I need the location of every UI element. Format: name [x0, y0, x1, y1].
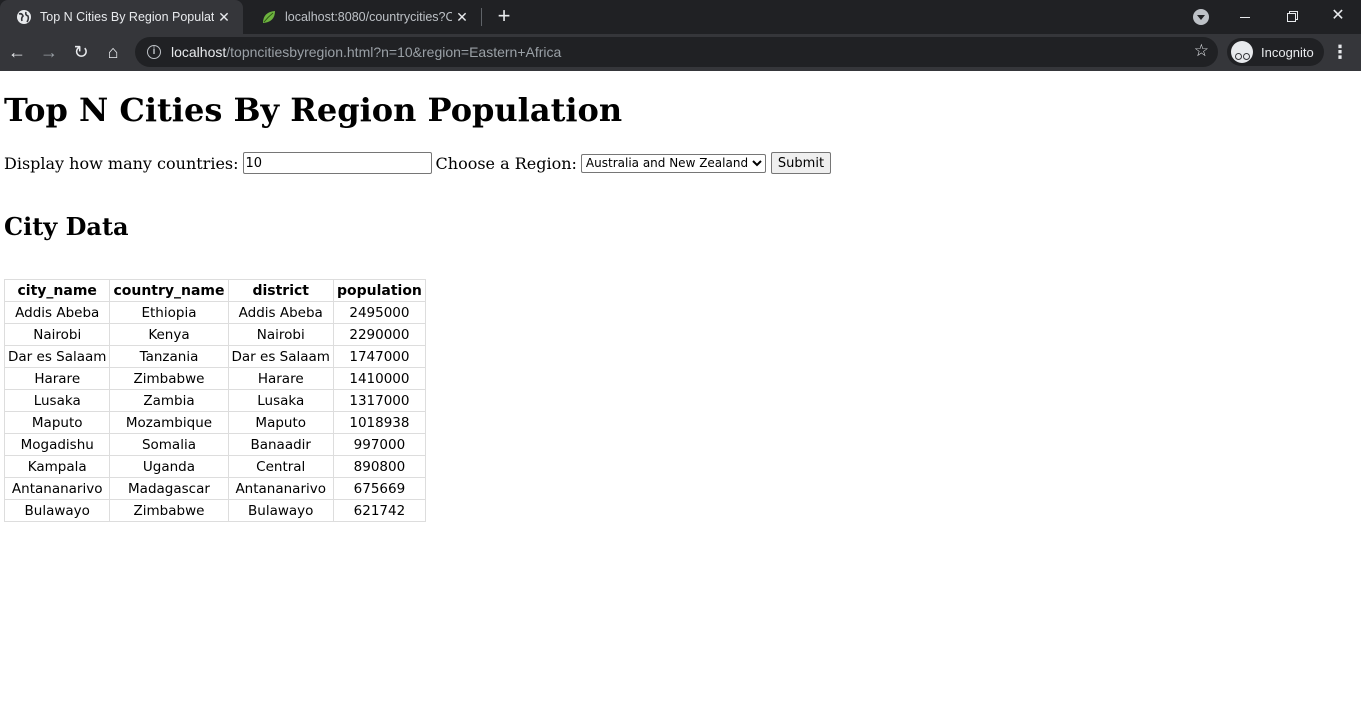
table-cell-city-name: Dar es Salaam — [3, 345, 111, 368]
close-window-button[interactable]: ✕ — [1315, 0, 1361, 34]
back-arrow-icon[interactable]: ← — [5, 40, 29, 64]
page-title: Top N Cities By Region Population — [4, 91, 623, 129]
column-header: country_name — [109, 279, 229, 302]
table-cell-district: Bulawayo — [227, 499, 334, 522]
forward-arrow-icon[interactable]: → — [37, 40, 61, 64]
section-title: City Data — [4, 212, 129, 241]
column-header: city_name — [3, 279, 111, 302]
table-cell-city-name: Antananarivo — [3, 477, 111, 500]
table-cell-country-name: Somalia — [109, 433, 229, 456]
table-row: Lusaka Zambia Lusaka 1317000 — [3, 389, 426, 412]
table-cell-city-name: Harare — [3, 367, 111, 390]
table-cell-country-name: Uganda — [109, 455, 229, 478]
table-cell-district: Dar es Salaam — [227, 345, 334, 368]
minimize-button[interactable] — [1222, 0, 1268, 34]
table-cell-city-name: Maputo — [3, 411, 111, 434]
table-cell-country-name: Zimbabwe — [109, 499, 229, 522]
table-cell-population: 621742 — [332, 499, 426, 522]
table-cell-population: 2495000 — [332, 301, 426, 324]
table-cell-population: 890800 — [332, 455, 426, 478]
table-row: Addis Abeba Ethiopia Addis Abeba 2495000 — [3, 301, 426, 324]
new-tab-icon[interactable]: + — [492, 5, 516, 29]
table-row: Kampala Uganda Central 890800 — [3, 455, 426, 478]
table-cell-district: Maputo — [227, 411, 334, 434]
table-cell-city-name: Bulawayo — [3, 499, 111, 522]
table-cell-country-name: Zambia — [109, 389, 229, 412]
table-cell-country-name: Zimbabwe — [109, 367, 229, 390]
count-label: Display how many countries: — [4, 153, 239, 173]
reload-icon[interactable]: ↻ — [69, 40, 93, 64]
kebab-menu-icon[interactable]: ⋮ — [1330, 40, 1350, 64]
tab-search-icon[interactable] — [1193, 9, 1209, 25]
globe-icon — [17, 10, 31, 24]
table-header-row: city_name country_name district populati… — [3, 279, 426, 302]
table-cell-district: Addis Abeba — [227, 301, 334, 324]
incognito-label: Incognito — [1261, 44, 1314, 60]
tab-active[interactable]: Top N Cities By Region Population ✕ — [0, 0, 243, 34]
page-content: Top N Cities By Region Population Displa… — [0, 92, 1361, 522]
column-header: population — [332, 279, 426, 302]
table-cell-country-name: Tanzania — [109, 345, 229, 368]
city-data-table: city_name country_name district populati… — [3, 279, 426, 522]
table-row: Harare Zimbabwe Harare 1410000 — [3, 367, 426, 390]
home-icon[interactable]: ⌂ — [101, 40, 125, 64]
browser-titlebar: Top N Cities By Region Population ✕ loca… — [0, 0, 1361, 34]
table-cell-population: 1317000 — [332, 389, 426, 412]
table-cell-country-name: Madagascar — [109, 477, 229, 500]
table-cell-population: 675669 — [332, 477, 426, 500]
region-select[interactable]: Australia and New Zealand — [580, 153, 766, 173]
incognito-badge[interactable]: Incognito — [1227, 38, 1324, 66]
table-cell-district: Banaadir — [227, 433, 334, 456]
table-cell-district: Nairobi — [227, 323, 334, 346]
table-cell-country-name: Ethiopia — [109, 301, 229, 324]
incognito-icon — [1231, 41, 1253, 63]
table-cell-population: 1410000 — [332, 367, 426, 390]
table-row: Mogadishu Somalia Banaadir 997000 — [3, 433, 426, 456]
tab-title: localhost:8080/countrycities?Country — [285, 10, 452, 24]
tab-separator — [481, 8, 482, 26]
count-input[interactable] — [242, 152, 432, 174]
table-cell-population: 1018938 — [332, 411, 426, 434]
table-cell-district: Lusaka — [227, 389, 334, 412]
filter-form: Display how many countries: Choose a Reg… — [4, 152, 1357, 174]
table-cell-district: Central — [227, 455, 334, 478]
table-row: Maputo Mozambique Maputo 1018938 — [3, 411, 426, 434]
table-cell-city-name: Kampala — [3, 455, 111, 478]
restore-button[interactable] — [1268, 0, 1314, 34]
table-cell-city-name: Mogadishu — [3, 433, 111, 456]
table-row: Dar es Salaam Tanzania Dar es Salaam 174700… — [3, 345, 426, 368]
tab-title: Top N Cities By Region Population — [40, 10, 214, 24]
table-cell-city-name: Addis Abeba — [3, 301, 111, 324]
table-row: Antananarivo Madagascar Antananarivo 675669 — [3, 477, 426, 500]
star-icon[interactable]: ☆ — [1194, 41, 1209, 61]
address-bar[interactable]: i localhost/topncitiesbyregion.html?n=10… — [135, 37, 1218, 67]
tab-inactive[interactable]: localhost:8080/countrycities?Country ✕ — [245, 0, 481, 34]
url-host: localhost — [171, 44, 227, 60]
url-path: /topncitiesbyregion.html?n=10&region=Eas… — [226, 44, 562, 60]
table-cell-country-name: Kenya — [109, 323, 229, 346]
region-label: Choose a Region: — [435, 153, 577, 173]
leaf-icon — [263, 11, 275, 23]
tab-close-icon[interactable]: ✕ — [214, 9, 234, 26]
table-cell-district: Harare — [227, 367, 334, 390]
submit-button[interactable]: Submit — [770, 152, 832, 174]
table-cell-city-name: Lusaka — [3, 389, 111, 412]
table-cell-population: 2290000 — [332, 323, 426, 346]
table-cell-population: 1747000 — [332, 345, 426, 368]
info-icon[interactable]: i — [147, 45, 161, 59]
tab-close-icon[interactable]: ✕ — [452, 9, 472, 26]
table-row: Nairobi Kenya Nairobi 2290000 — [3, 323, 426, 346]
table-cell-country-name: Mozambique — [109, 411, 229, 434]
table-row: Bulawayo Zimbabwe Bulawayo 621742 — [3, 499, 426, 522]
browser-toolbar: ← → ↻ ⌂ i localhost/topncitiesbyregion.h… — [0, 34, 1361, 71]
table-cell-population: 997000 — [332, 433, 426, 456]
table-cell-district: Antananarivo — [227, 477, 334, 500]
column-header: district — [227, 279, 334, 302]
table-cell-city-name: Nairobi — [3, 323, 111, 346]
